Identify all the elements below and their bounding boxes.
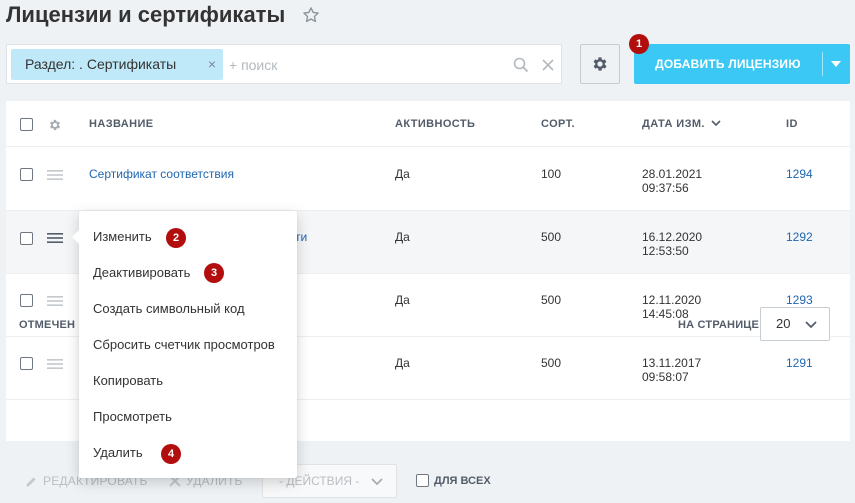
row-id-link[interactable]: 1292 [786, 230, 813, 244]
column-header-date-label: ДАТА ИЗМ. [642, 118, 705, 130]
row-time: 09:37:56 [642, 181, 689, 195]
pencil-icon [26, 476, 36, 486]
row-checkbox[interactable] [20, 357, 33, 370]
step-badge-3: 3 [204, 263, 224, 283]
filter-chip-label: Раздел: . Сертификаты [25, 56, 177, 72]
menu-item-view[interactable]: Просмотреть [79, 399, 297, 435]
row-id-link[interactable]: 1294 [786, 167, 813, 181]
row-time: 12:53:50 [642, 244, 689, 258]
row-menu-icon[interactable] [47, 295, 63, 307]
menu-item-copy[interactable]: Копировать [79, 363, 297, 399]
selected-count-label: ОТМЕЧЕН [19, 319, 76, 331]
row-active: Да [395, 230, 410, 244]
sort-chevron-down-icon [711, 120, 721, 127]
row-date: 12.11.2020 [642, 293, 702, 307]
add-dropdown-toggle[interactable] [822, 44, 850, 84]
row-active: Да [395, 356, 410, 370]
grid-header: НАЗВАНИЕ АКТИВНОСТЬ СОРТ. ДАТА ИЗМ. ID [6, 101, 850, 147]
for-all-label: ДЛЯ ВСЕХ [434, 474, 491, 487]
filter-chip-section[interactable]: Раздел: . Сертификаты × [11, 49, 223, 80]
column-header-sort[interactable]: СОРТ. [541, 101, 575, 147]
step-badge-1: 1 [629, 34, 649, 54]
step-badge-2: 2 [166, 228, 186, 248]
settings-button[interactable] [580, 44, 620, 84]
per-page-select[interactable]: 20 [760, 307, 830, 341]
add-license-button[interactable]: ДОБАВИТЬ ЛИЦЕНЗИЮ [634, 44, 850, 84]
row-checkbox[interactable] [20, 168, 33, 181]
row-sort: 500 [541, 356, 562, 370]
row-sort: 500 [541, 293, 562, 307]
column-header-date[interactable]: ДАТА ИЗМ. [642, 101, 721, 147]
for-all-toggle[interactable]: ДЛЯ ВСЕХ [416, 474, 491, 487]
menu-item-delete[interactable]: Удалить [79, 435, 297, 471]
row-date: 13.11.2017 [642, 356, 702, 370]
row-menu-icon[interactable] [47, 169, 63, 181]
search-icon[interactable] [513, 57, 529, 73]
row-name-link[interactable]: Сертификат соответствия [89, 167, 234, 181]
row-active: Да [395, 293, 410, 307]
row-id-link[interactable]: 1291 [786, 356, 813, 370]
row-menu-icon[interactable] [47, 358, 63, 370]
select-all-checkbox[interactable] [20, 118, 33, 131]
row-date: 16.12.2020 [642, 230, 703, 244]
chevron-down-icon [371, 478, 383, 486]
row-id-link[interactable]: 1293 [786, 293, 813, 307]
per-page-label: НА СТРАНИЦЕ: [678, 319, 763, 331]
table-row[interactable]: Сертификат соответствия Да 100 28.01.202… [6, 148, 850, 211]
chevron-down-icon [805, 321, 817, 329]
star-icon[interactable] [302, 6, 320, 24]
add-license-label: ДОБАВИТЬ ЛИЦЕНЗИЮ [655, 57, 801, 71]
row-active: Да [395, 167, 410, 181]
row-date: 28.01.2021 [642, 167, 703, 181]
chip-close-icon[interactable]: × [204, 49, 220, 80]
row-sort: 500 [541, 230, 562, 244]
row-checkbox[interactable] [20, 232, 33, 245]
caret-down-icon [831, 61, 841, 67]
per-page-value: 20 [776, 316, 791, 331]
search-input[interactable] [229, 49, 499, 80]
column-header-id[interactable]: ID [786, 101, 798, 147]
step-badge-4: 4 [161, 444, 181, 464]
menu-item-edit[interactable]: Изменить [79, 219, 297, 255]
row-sort: 100 [541, 167, 562, 181]
row-context-menu: Изменить Деактивировать Создать символьн… [72, 211, 297, 478]
menu-item-create-code[interactable]: Создать символьный код [79, 291, 297, 327]
row-checkbox[interactable] [20, 294, 33, 307]
column-header-name[interactable]: НАЗВАНИЕ [89, 101, 154, 147]
page-title: Лицензии и сертификаты [6, 2, 286, 27]
column-settings-gear-icon[interactable] [48, 118, 62, 132]
column-header-active[interactable]: АКТИВНОСТЬ [395, 101, 475, 147]
menu-item-reset-views[interactable]: Сбросить счетчик просмотров [79, 327, 297, 363]
row-menu-icon[interactable] [47, 232, 63, 244]
clear-search-icon[interactable] [540, 57, 556, 73]
menu-item-deactivate[interactable]: Деактивировать [79, 255, 297, 291]
gear-icon [593, 57, 607, 71]
for-all-checkbox[interactable] [416, 474, 429, 487]
filter-bar: Раздел: . Сертификаты × [6, 44, 562, 84]
row-time: 09:58:07 [642, 370, 689, 384]
